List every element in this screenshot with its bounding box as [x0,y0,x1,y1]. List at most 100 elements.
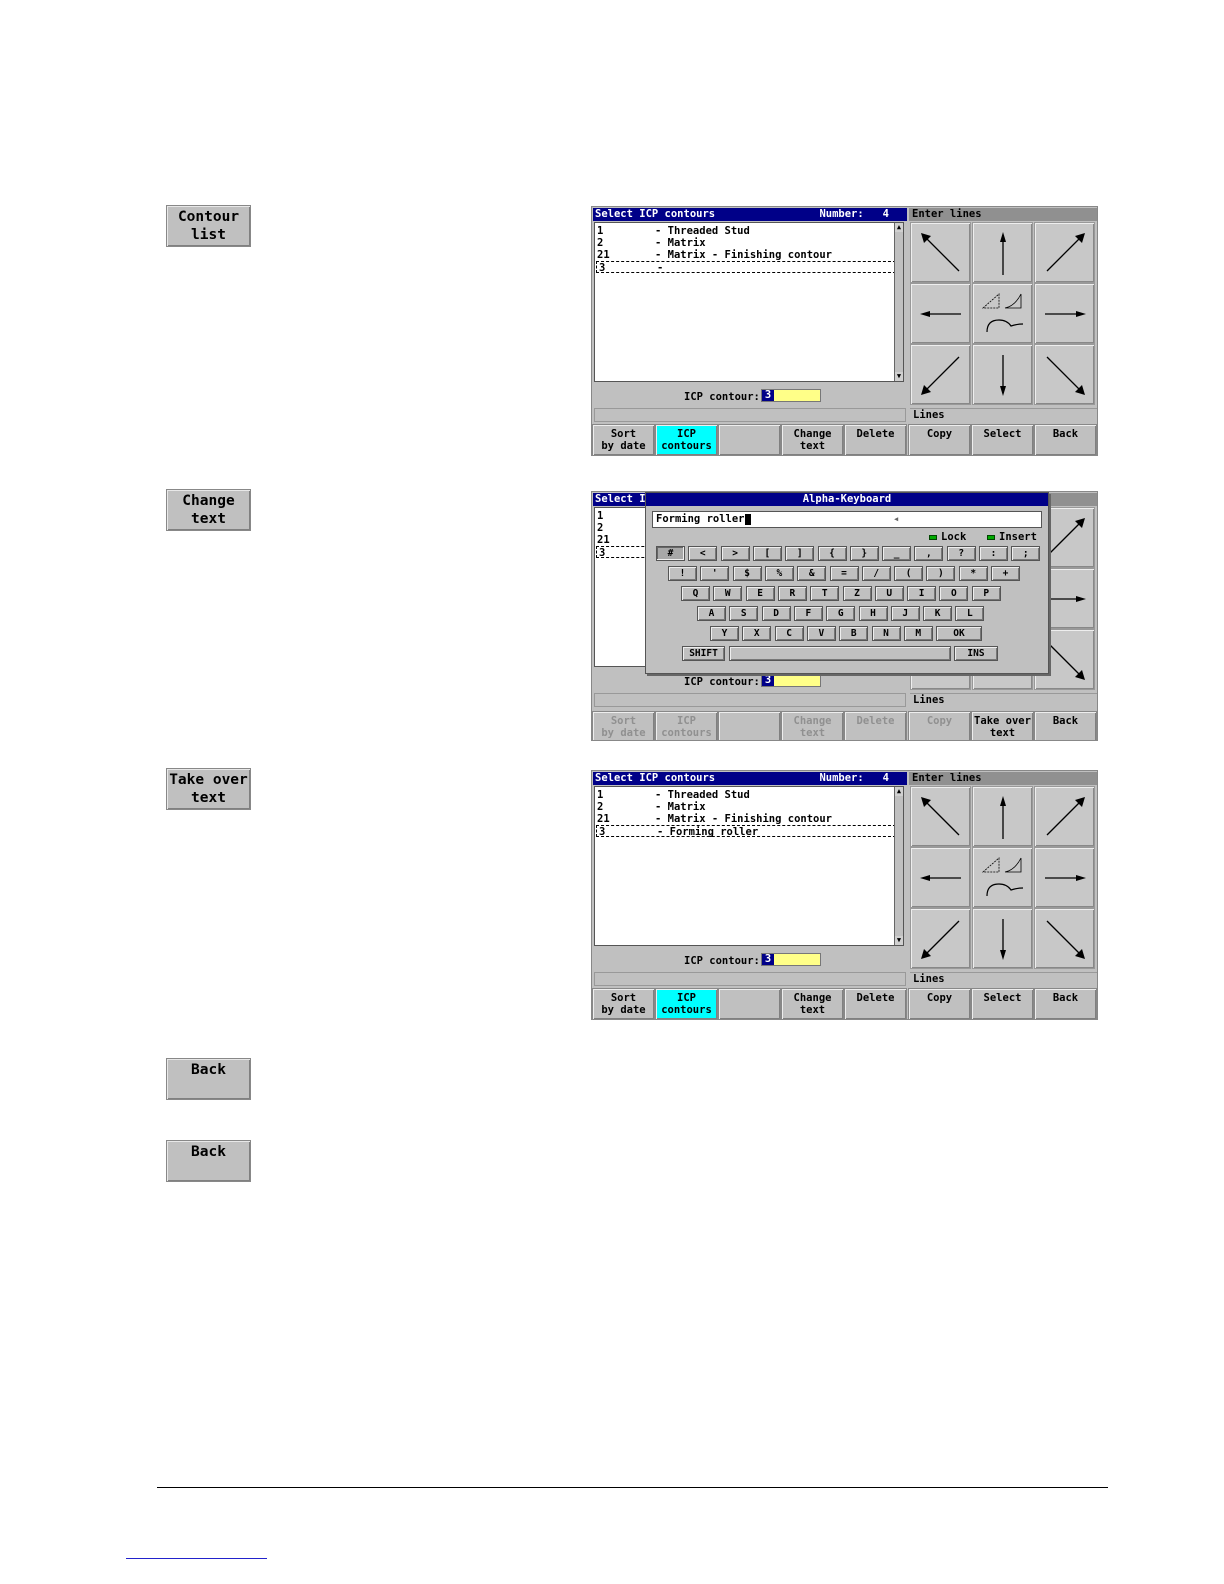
keyboard-key[interactable]: E [745,586,775,601]
contour-shapes-icon[interactable] [972,283,1033,344]
ins-key[interactable]: INS [954,646,998,661]
keyboard-key[interactable]: [ [752,546,782,561]
copy-softkey[interactable]: Copy [908,988,971,1019]
keyboard-key[interactable]: ! [668,566,697,581]
sort-by-date-softkey[interactable]: Sort by date [592,424,655,455]
empty-softkey[interactable] [718,424,781,455]
delete-softkey[interactable]: Delete [844,424,907,455]
icp-contour-input[interactable]: 3 [761,953,821,966]
back-softkey[interactable]: Back [1034,711,1097,740]
arrow-up-left-icon[interactable] [910,786,971,847]
keyboard-key[interactable]: ] [785,546,815,561]
arrow-down-right-icon[interactable] [1034,908,1095,969]
footer-link-underline[interactable] [126,1558,267,1559]
arrow-left-icon[interactable] [910,847,971,908]
list-item[interactable]: 2- Matrix [595,237,897,249]
keyboard-key[interactable]: F [793,606,823,621]
change-text-softkey[interactable]: Change text [781,711,844,740]
list-item[interactable]: 1- Threaded Stud [595,225,897,237]
arrow-down-icon[interactable] [972,344,1033,405]
change-text-softkey[interactable]: Change text [781,424,844,455]
arrow-up-right-icon[interactable] [1034,786,1095,847]
back-softkey[interactable]: Back [1034,424,1097,455]
keyboard-key[interactable]: * [958,566,988,581]
keyboard-key[interactable]: > [720,546,750,561]
keyboard-key[interactable]: < [688,546,718,561]
keyboard-key[interactable]: $ [732,566,762,581]
arrow-up-left-icon[interactable] [910,222,971,283]
arrow-up-right-icon[interactable] [1034,222,1095,283]
keyboard-key[interactable]: L [955,606,985,621]
scrollbar[interactable]: ▲ ▼ [894,787,903,945]
keyboard-key[interactable]: U [874,586,904,601]
change-text-softkey[interactable]: Change text [781,988,844,1019]
icp-contour-input[interactable]: 3 [761,674,821,687]
back-button[interactable]: Back [166,1058,251,1100]
arrow-down-left-icon[interactable] [910,908,971,969]
keyboard-key[interactable]: K [923,606,953,621]
list-item[interactable]: 2- Matrix [595,801,897,813]
back-softkey[interactable]: Back [1034,988,1097,1019]
keyboard-key[interactable]: } [849,546,879,561]
icp-contours-softkey[interactable]: ICP contours [655,424,718,455]
keyboard-key[interactable]: G [826,606,856,621]
keyboard-key[interactable]: P [971,586,1001,601]
keyboard-key[interactable]: _ [882,546,912,561]
list-item-selected[interactable]: 3- Forming roller [596,825,896,838]
keyboard-key[interactable]: # [656,546,685,561]
keyboard-key[interactable]: H [858,606,888,621]
arrow-up-icon[interactable] [972,786,1033,847]
copy-softkey[interactable]: Copy [908,424,971,455]
delete-softkey[interactable]: Delete [844,988,907,1019]
empty-softkey[interactable] [718,711,781,740]
icp-contours-softkey[interactable]: ICP contours [655,711,718,740]
keyboard-key[interactable]: Z [842,586,872,601]
keyboard-key[interactable]: ( [894,566,924,581]
list-item[interactable]: 21- Matrix - Finishing contour [595,813,897,825]
keyboard-key[interactable]: % [764,566,794,581]
delete-softkey[interactable]: Delete [844,711,907,740]
change-text-button[interactable]: Change text [166,489,251,531]
empty-softkey[interactable] [718,988,781,1019]
arrow-right-icon[interactable] [1034,847,1095,908]
keyboard-key[interactable]: J [890,606,920,621]
keyboard-key[interactable]: M [903,626,933,641]
scroll-down-icon[interactable]: ▼ [895,372,903,381]
sort-by-date-softkey[interactable]: Sort by date [592,988,655,1019]
arrow-up-icon[interactable] [972,222,1033,283]
list-item[interactable]: 21- Matrix - Finishing contour [595,249,897,261]
icp-contour-input[interactable]: 3 [761,389,821,402]
arrow-right-icon[interactable] [1034,283,1095,344]
keyboard-key[interactable]: I [907,586,937,601]
list-item-selected[interactable]: 3- [596,261,896,274]
keyboard-key[interactable]: R [777,586,807,601]
keyboard-key[interactable]: ' [700,566,730,581]
scrollbar[interactable]: ▲ ▼ [894,223,903,381]
keyboard-key[interactable]: { [817,546,847,561]
keyboard-key[interactable]: Q [681,586,710,601]
select-softkey[interactable]: Select [971,988,1034,1019]
keyboard-key[interactable]: B [839,626,869,641]
take-over-text-button[interactable]: Take over text [166,768,251,810]
keyboard-key[interactable]: D [761,606,791,621]
keyboard-key[interactable]: W [713,586,743,601]
keyboard-key[interactable]: & [797,566,827,581]
keyboard-key[interactable]: = [829,566,859,581]
keyboard-key[interactable]: O [939,586,969,601]
shift-key[interactable]: SHIFT [682,646,725,661]
keyboard-key[interactable]: X [742,626,772,641]
scroll-up-icon[interactable]: ▲ [895,223,903,232]
space-key[interactable] [729,646,951,661]
keyboard-key[interactable]: N [871,626,901,641]
keyboard-key[interactable]: : [979,546,1008,561]
copy-softkey[interactable]: Copy [908,711,971,740]
keyboard-key[interactable]: + [991,566,1020,581]
arrow-down-icon[interactable] [972,908,1033,969]
back-button[interactable]: Back [166,1140,251,1182]
keyboard-key[interactable]: V [806,626,836,641]
arrow-down-left-icon[interactable] [910,344,971,405]
keyboard-key[interactable]: Y [710,626,739,641]
ok-key[interactable]: OK [936,626,982,641]
arrow-left-icon[interactable] [910,283,971,344]
keyboard-key[interactable]: T [810,586,840,601]
